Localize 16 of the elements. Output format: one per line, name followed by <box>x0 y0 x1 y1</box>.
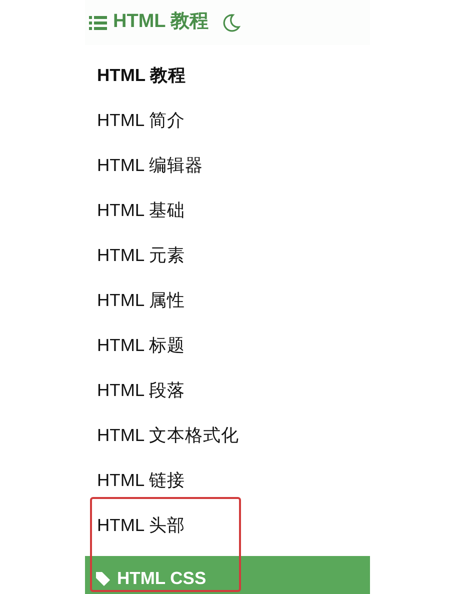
moon-icon[interactable] <box>220 12 241 32</box>
sidebar-link[interactable]: HTML 段落 <box>85 368 370 413</box>
sidebar-link[interactable]: HTML 标题 <box>85 323 370 368</box>
sidebar-link[interactable]: HTML 属性 <box>85 278 370 323</box>
sidebar-heading: HTML 教程 <box>96 64 188 88</box>
sidebar-link[interactable]: HTML 链接 <box>85 458 370 503</box>
tag-icon <box>95 570 111 586</box>
sidebar-link[interactable]: HTML 简介 <box>85 98 370 143</box>
sidebar-link[interactable]: HTML 元素 <box>85 233 370 278</box>
sidebar-link[interactable]: HTML 编辑器 <box>85 143 370 188</box>
banner-label: HTML CSS <box>117 567 206 590</box>
sidebar-link[interactable]: HTML 文本格式化 <box>85 413 370 458</box>
sidebar-title: HTML 教程 <box>113 10 209 34</box>
sidebar-link[interactable]: HTML 基础 <box>85 188 370 233</box>
sidebar-link[interactable]: HTML 头部 <box>85 503 370 548</box>
menu-icon[interactable] <box>89 14 107 30</box>
